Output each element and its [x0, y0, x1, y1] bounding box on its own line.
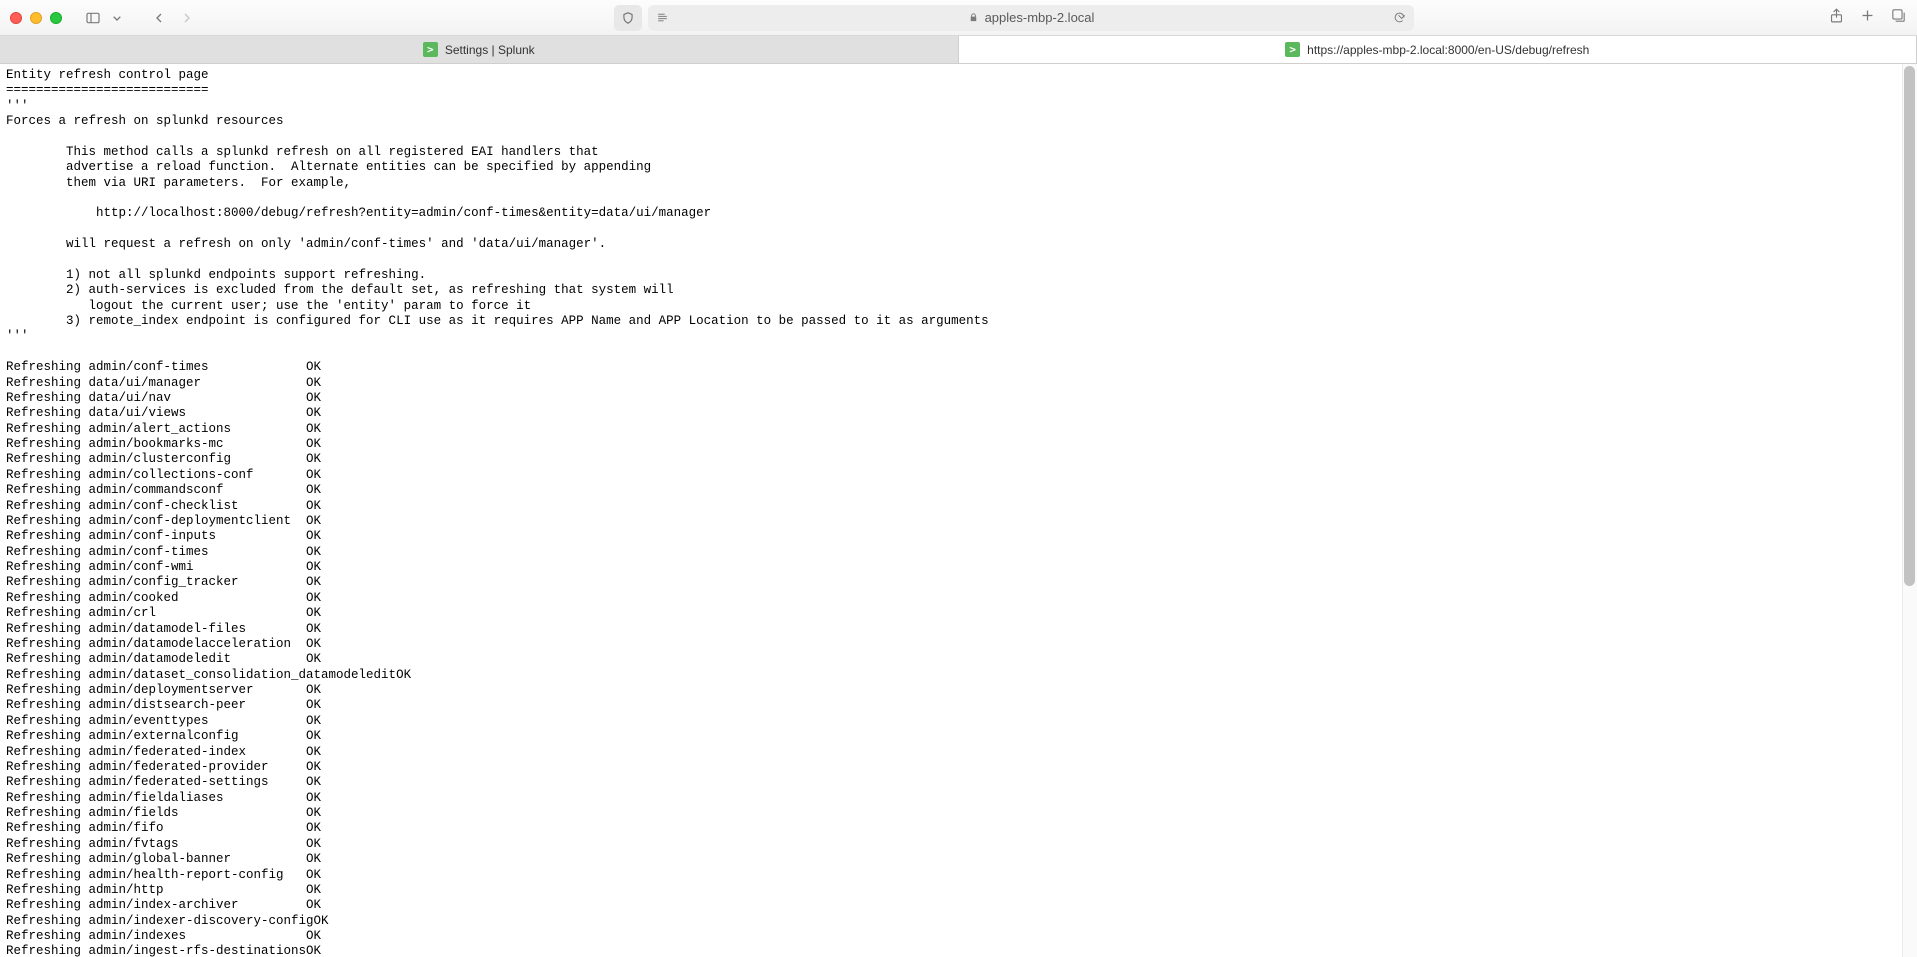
maximize-window-button[interactable] — [50, 12, 62, 24]
sidebar-menu-chevron-icon[interactable] — [104, 5, 130, 31]
window-controls — [10, 12, 62, 24]
minimize-window-button[interactable] — [30, 12, 42, 24]
splunk-favicon-icon — [423, 42, 438, 57]
tab-settings-splunk[interactable]: Settings | Splunk — [0, 36, 959, 63]
reader-mode-icon[interactable] — [656, 11, 669, 24]
reload-button[interactable] — [1393, 11, 1406, 24]
tab-debug-refresh[interactable]: https://apples-mbp-2.local:8000/en-US/de… — [959, 36, 1917, 63]
refresh-output-text: Entity refresh control page ============… — [0, 64, 1917, 957]
address-bar-group: apples-mbp-2.local — [614, 5, 1414, 31]
address-bar[interactable]: apples-mbp-2.local — [648, 5, 1414, 31]
close-window-button[interactable] — [10, 12, 22, 24]
sidebar-toggle-button[interactable] — [80, 5, 106, 31]
share-button[interactable] — [1828, 7, 1845, 29]
back-button[interactable] — [146, 5, 172, 31]
forward-button[interactable] — [174, 5, 200, 31]
tab-title: https://apples-mbp-2.local:8000/en-US/de… — [1307, 43, 1589, 57]
tab-overview-button[interactable] — [1890, 7, 1907, 29]
browser-toolbar: apples-mbp-2.local — [0, 0, 1917, 36]
new-tab-button[interactable] — [1859, 7, 1876, 29]
lock-icon — [968, 12, 979, 23]
splunk-favicon-icon — [1285, 42, 1300, 57]
address-host-text: apples-mbp-2.local — [985, 10, 1095, 25]
scrollbar-thumb[interactable] — [1904, 66, 1915, 586]
scrollbar-track[interactable] — [1902, 64, 1917, 957]
tab-bar: Settings | Splunk https://apples-mbp-2.l… — [0, 36, 1917, 64]
privacy-report-button[interactable] — [614, 5, 642, 31]
page-viewport: Entity refresh control page ============… — [0, 64, 1917, 957]
tab-title: Settings | Splunk — [445, 43, 535, 57]
